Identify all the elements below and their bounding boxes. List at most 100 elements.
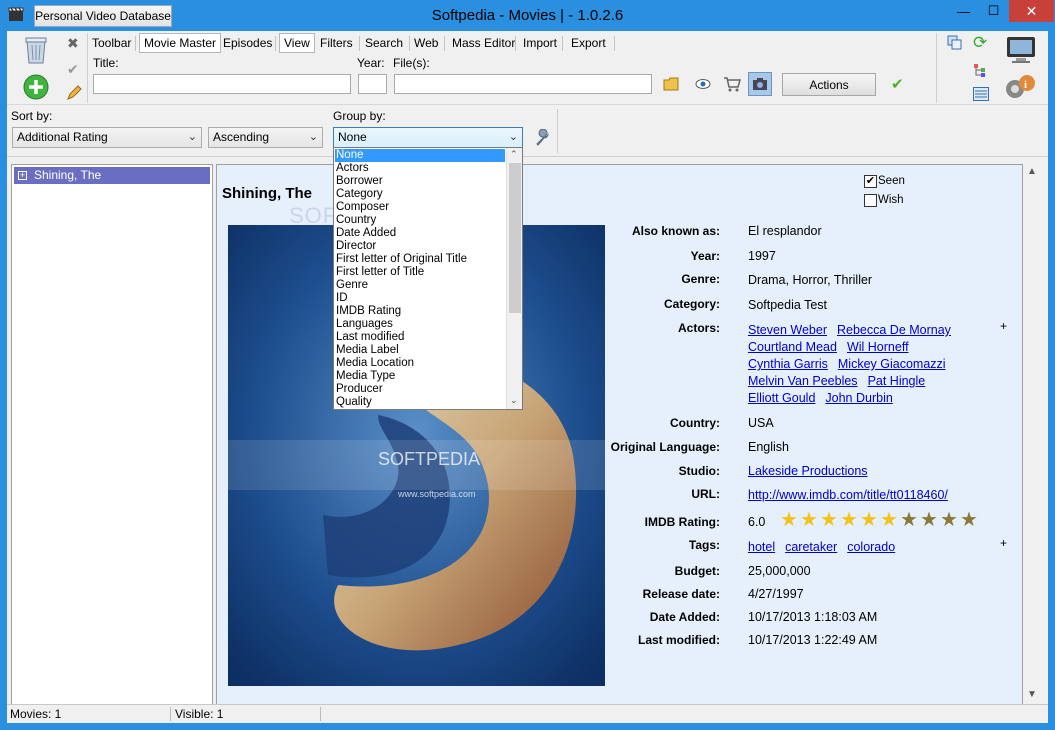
add-actor-button[interactable]: + [1000, 319, 1007, 333]
chevron-down-icon[interactable]: ⌄ [510, 395, 518, 406]
star-empty-icon[interactable]: ★ [940, 510, 958, 530]
tree-item-movie[interactable]: + Shining, The [14, 167, 210, 184]
year-input[interactable] [358, 74, 387, 94]
files-input[interactable] [394, 74, 652, 94]
recycle-bin-icon[interactable] [23, 35, 49, 65]
dropdown-option[interactable]: Category [335, 188, 505, 201]
scroll-up-icon[interactable]: ▲ [1027, 166, 1037, 177]
dropdown-option[interactable]: Director [335, 240, 505, 253]
dropdown-option[interactable]: First letter of Original Title [335, 253, 505, 266]
dropdown-option[interactable]: Last modified [335, 331, 505, 344]
tree-structure-icon[interactable] [973, 63, 987, 77]
actor-link[interactable]: Cynthia Garris [748, 357, 828, 371]
settings-info-icon[interactable]: i [1003, 71, 1037, 101]
group-by-select[interactable]: None ⌄ [333, 127, 523, 148]
add-movie-icon[interactable] [22, 73, 50, 101]
movie-tree[interactable]: + Shining, The [11, 164, 213, 705]
dropdown-option[interactable]: ID [335, 292, 505, 305]
dropdown-option[interactable]: Composer [335, 201, 505, 214]
dropdown-option[interactable]: Languages [335, 318, 505, 331]
actor-link[interactable]: Wil Horneff [847, 340, 909, 354]
apply-check-icon[interactable]: ✔ [891, 75, 904, 93]
tab-episodes[interactable]: Episodes [218, 33, 277, 53]
actor-link[interactable]: Mickey Giacomazzi [838, 357, 946, 371]
star-empty-icon[interactable]: ★ [960, 510, 978, 530]
dropdown-option[interactable]: Quality [335, 396, 505, 409]
edit-pencil-icon[interactable] [66, 85, 82, 101]
tab-view[interactable]: View [279, 33, 315, 53]
star-filled-icon[interactable]: ★ [800, 510, 818, 530]
title-bar[interactable]: Personal Video Database Softpedia - Movi… [0, 0, 1055, 31]
actor-link[interactable]: Pat Hingle [868, 374, 926, 388]
actor-link[interactable]: Steven Weber [748, 323, 827, 337]
wish-checkbox[interactable] [864, 194, 877, 207]
add-tag-button[interactable]: + [1000, 536, 1007, 550]
sort-order-select[interactable]: Ascending ⌄ [208, 127, 323, 148]
sort-by-select[interactable]: Additional Rating ⌄ [12, 127, 202, 148]
expand-icon[interactable]: + [18, 171, 27, 180]
tag-link[interactable]: hotel [748, 540, 775, 554]
dropdown-option[interactable]: Country [335, 214, 505, 227]
tab-mass-editor[interactable]: Mass Editor [447, 33, 520, 53]
dropdown-option[interactable]: Media Location [335, 357, 505, 370]
imdb-url-link[interactable]: http://www.imdb.com/title/tt0118460/ [748, 488, 948, 502]
list-view-icon[interactable] [973, 87, 989, 101]
dropdown-option[interactable]: Actors [335, 162, 505, 175]
dropdown-option[interactable]: Genre [335, 279, 505, 292]
dropdown-option[interactable]: Producer [335, 383, 505, 396]
star-filled-icon[interactable]: ★ [820, 510, 838, 530]
close-button[interactable]: ✕ [1009, 0, 1054, 22]
star-filled-icon[interactable]: ★ [840, 510, 858, 530]
dropdown-scrollbar[interactable]: ⌃ ⌄ [506, 148, 522, 409]
tab-toolbar[interactable]: Toolbar [87, 33, 136, 53]
actor-link[interactable]: John Durbin [825, 391, 892, 405]
dropdown-scroll-thumb[interactable] [509, 163, 521, 313]
star-filled-icon[interactable]: ★ [780, 510, 798, 530]
scroll-down-icon[interactable]: ▼ [1027, 689, 1037, 700]
tab-export[interactable]: Export [566, 33, 611, 53]
eye-icon[interactable] [695, 78, 711, 90]
actor-link[interactable]: Rebecca De Mornay [837, 323, 951, 337]
star-filled-icon[interactable]: ★ [860, 510, 878, 530]
camera-button[interactable] [748, 72, 772, 96]
actions-button[interactable]: Actions [782, 73, 876, 96]
dropdown-option[interactable]: First letter of Title [335, 266, 505, 279]
group-by-dropdown-list[interactable]: None Actors Borrower Category Composer Countr… [333, 147, 523, 410]
windows-icon[interactable] [947, 35, 963, 51]
star-filled-icon[interactable]: ★ [880, 510, 898, 530]
actor-link[interactable]: Courtland Mead [748, 340, 837, 354]
seen-checkbox[interactable]: ✔ [864, 175, 877, 188]
tab-import[interactable]: Import [518, 33, 562, 53]
actor-link[interactable]: Melvin Van Peebles [748, 374, 858, 388]
tab-movie-master[interactable]: Movie Master [139, 33, 222, 53]
dropdown-option[interactable]: Media Type [335, 370, 505, 383]
monitor-icon[interactable] [1005, 35, 1037, 65]
title-input[interactable] [93, 74, 351, 94]
tab-web[interactable]: Web [409, 33, 443, 53]
rating-stars[interactable]: ★ ★ ★ ★ ★ ★ ★ ★ ★ ★ [780, 510, 980, 530]
minimize-button[interactable]: — [950, 0, 977, 22]
dropdown-option[interactable]: Borrower [335, 175, 505, 188]
star-empty-icon[interactable]: ★ [920, 510, 938, 530]
delete-icon[interactable]: ✖ [67, 35, 79, 52]
language-value: English [748, 440, 789, 454]
wrench-icon[interactable] [534, 129, 552, 147]
dropdown-option[interactable]: None [335, 149, 505, 162]
tab-filters[interactable]: Filters [315, 33, 358, 53]
folder-icon[interactable] [663, 77, 679, 91]
dropdown-option[interactable]: Date Added [335, 227, 505, 240]
tag-link[interactable]: colorado [847, 540, 895, 554]
refresh-icon[interactable]: ⟳ [973, 33, 987, 53]
tag-link[interactable]: caretaker [785, 540, 837, 554]
confirm-icon[interactable]: ✔ [67, 61, 79, 78]
maximize-button[interactable]: ☐ [980, 0, 1007, 22]
actor-link[interactable]: Elliott Gould [748, 391, 815, 405]
studio-link[interactable]: Lakeside Productions [748, 464, 868, 478]
star-empty-icon[interactable]: ★ [900, 510, 918, 530]
dropdown-option[interactable]: IMDB Rating [335, 305, 505, 318]
tab-search[interactable]: Search [360, 33, 408, 53]
chevron-up-icon[interactable]: ⌃ [510, 149, 518, 160]
cart-icon[interactable] [723, 76, 741, 92]
detail-scrollbar[interactable]: ▲ ▼ [1024, 164, 1041, 705]
dropdown-option[interactable]: Media Label [335, 344, 505, 357]
